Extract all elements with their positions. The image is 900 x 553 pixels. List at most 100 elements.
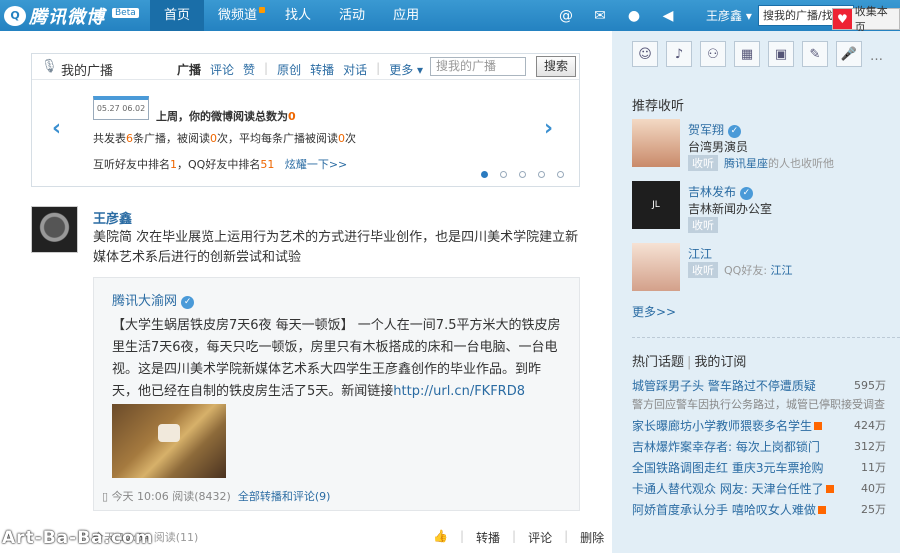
list-item[interactable]: 全国铁路调图走红 重庆3元车票抢购 11万 [632,457,897,478]
carousel-dot[interactable] [519,171,526,178]
recommend-name[interactable]: 江江 [688,245,712,262]
carousel-dot[interactable] [538,171,545,178]
rank-value: 1 [170,158,177,171]
tab-comments[interactable]: 评论 [210,61,234,78]
repost-button[interactable]: 转播 [476,529,500,546]
next-arrow-icon[interactable]: › [544,116,553,141]
prev-arrow-icon[interactable]: ‹ [52,116,61,141]
mail-icon[interactable]: ✉ [592,8,608,24]
mention-icon[interactable]: @ [558,8,574,24]
hot-topic-tabs: 热门话题 | 我的订阅 [632,351,746,370]
user-icon[interactable]: ● [626,8,642,24]
list-item[interactable]: 家长曝廊坊小学教师猥亵多名学生 424万 [632,415,897,436]
tab-hot-topics[interactable]: 热门话题 [632,355,684,370]
sound-icon[interactable]: ◀ [660,8,676,24]
avatar[interactable] [632,119,680,167]
like-icon[interactable]: 👍 [433,529,448,546]
recommend-item: JL 吉林发布 ✓ 吉林新闻办公室 收听 [632,181,892,233]
nav-find-people[interactable]: 找人 [271,0,325,31]
nav-home[interactable]: 首页 [150,0,205,31]
recommend-item: 贺军翔 ✓ 台湾男演员 收听 腾讯星座的人也收听他 [632,119,892,171]
recommend-desc: 吉林新闻办公室 [688,202,773,216]
action-divider: | [564,529,569,543]
more-recommend-link[interactable]: 更多>> [632,303,676,320]
topic-title[interactable]: 家长曝廊坊小学教师猥亵多名学生 [632,417,823,434]
topic-title[interactable]: 全国铁路调图走红 重庆3元车票抢购 [632,459,823,476]
follow-button[interactable]: 收听 [688,262,718,278]
calendar-app-icon[interactable]: ▦ [734,41,760,67]
voice-app-icon[interactable]: 🎤 [836,41,862,67]
tab-likes[interactable]: 赞 [243,61,255,78]
search-button[interactable]: 搜索 [536,56,576,77]
delete-button[interactable]: 删除 [580,529,604,546]
heart-icon: ♥ [833,9,852,29]
weekly-read-summary: 上周，你的微博阅读总数为0 [156,108,296,124]
avatar[interactable] [632,243,680,291]
topic-title[interactable]: 吉林爆炸案幸存者: 每次上岗都锁门 [632,438,820,455]
news-link[interactable]: http://url.cn/FKFRD8 [393,384,525,399]
reason-text: 的人也收听他 [768,157,834,170]
recommend-line: 收听 QQ好友: 江江 [688,262,793,278]
follow-button[interactable]: 收听 [688,217,718,233]
stat-text: 次，平均每条广播被阅读 [217,132,338,145]
tencent-weibo-logo[interactable]: Q 腾讯微博 Beta [4,3,139,28]
nav-events[interactable]: 活动 [325,0,379,31]
more-apps-icon[interactable]: … [870,49,883,64]
carousel-dot[interactable] [481,171,488,178]
tab-divider: | [264,61,269,75]
stat-text: 条广播，被阅读 [133,132,210,145]
topic-count: 11万 [861,461,886,474]
post-thumbnail[interactable] [112,404,226,478]
watermark: Art-Ba-Ba.com [2,528,154,548]
recommend-line: 收听 [688,217,724,233]
tab-my-subscriptions[interactable]: 我的订阅 [694,355,746,370]
avatar[interactable] [31,206,78,253]
collect-page-button[interactable]: ♥ 收集本页 [832,5,900,34]
music-app-icon[interactable]: ♪ [666,41,692,67]
nav-channel[interactable]: 微频道 [204,0,271,31]
comment-button[interactable]: 评论 [528,529,552,546]
app-icon-row: ☺ ♪ ⚇ ▦ ▣ ✎ 🎤 [632,41,862,67]
topic-title[interactable]: 城管踩男子头 警车路过不停遭质疑 [632,377,816,394]
tab-original[interactable]: 原创 [277,61,301,78]
broadcast-stats: 共发表6条广播，被阅读0次，平均每条广播被阅读0次 [93,130,356,146]
post-author[interactable]: 王彦鑫 [93,208,132,227]
avatar[interactable]: JL [632,181,680,229]
list-item[interactable]: 城管踩男子头 警车路过不停遭质疑 595万 [632,375,897,396]
top-nav-bar: Q 腾讯微博 Beta 首页 微频道 找人 活动 应用 @ ✉ ● ◀ 王彦鑫 … [0,0,900,34]
note-app-icon[interactable]: ✎ [802,41,828,67]
user-menu[interactable]: 王彦鑫 ▾ [706,7,752,24]
topic-count: 595万 [854,379,886,392]
photo-app-icon[interactable]: ▣ [768,41,794,67]
tab-more[interactable]: 更多 ▾ [389,61,423,78]
follow-button[interactable]: 收听 [688,155,718,171]
topic-title[interactable]: 阿娇首度承认分手 嘻哈叹女人难做 [632,501,826,518]
nav-apps[interactable]: 应用 [379,0,433,31]
recommend-name[interactable]: 贺军翔 ✓ [688,121,741,138]
tab-dialog[interactable]: 对话 [343,61,367,78]
quoted-author[interactable]: 腾讯大渝网 ✓ [112,290,195,309]
topic-title[interactable]: 卡通人替代观众 网友: 天津台任性了 [632,480,834,497]
list-item[interactable]: 卡通人替代观众 网友: 天津台任性了 40万 [632,478,897,499]
friends-app-icon[interactable]: ⚇ [700,41,726,67]
show-off-link[interactable]: 炫耀一下>> [285,158,347,171]
stat-text: 共发表 [93,132,126,145]
action-divider: | [459,529,464,543]
reason-link[interactable]: 江江 [771,264,793,277]
recommend-item: 江江 收听 QQ好友: 江江 [632,243,892,291]
recommend-name[interactable]: 吉林发布 ✓ [688,183,753,200]
broadcast-search-input[interactable]: 搜我的广播 [430,57,526,76]
reason-link[interactable]: 腾讯星座 [724,157,768,170]
recommend-desc: 台湾男演员 [688,140,749,154]
tab-broadcast[interactable]: 广播 [177,61,201,78]
carousel-dot[interactable] [557,171,564,178]
nav-events-label: 活动 [339,8,366,23]
quoted-post: 腾讯大渝网 ✓ 【大学生蜗居铁皮房7天6夜 每天一顿饭】 一个人在一间7.5平方… [93,277,580,511]
list-item[interactable]: 阿娇首度承认分手 嘻哈叹女人难做 25万 [632,499,897,520]
tab-repost[interactable]: 转播 [310,61,334,78]
list-item[interactable]: 吉林爆炸案幸存者: 每次上岗都锁门 312万 [632,436,897,457]
new-icon [814,422,823,430]
carousel-dot[interactable] [500,171,507,178]
all-reposts-link[interactable]: 全部转播和评论(9) [238,490,331,503]
pet-app-icon[interactable]: ☺ [632,41,658,67]
